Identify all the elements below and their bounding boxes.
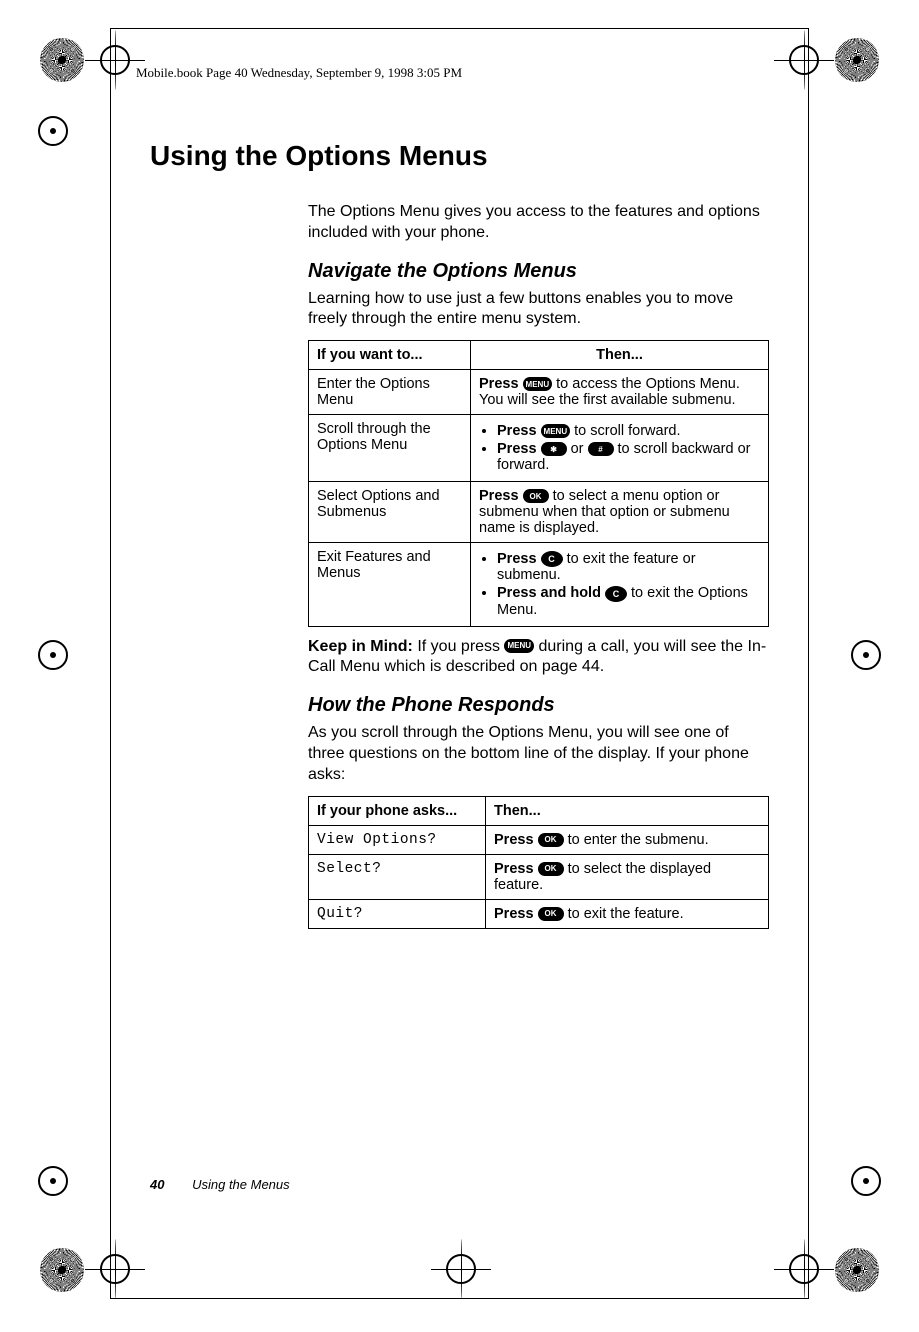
table-header: If you want to...: [309, 341, 471, 370]
table-header: Then...: [471, 341, 769, 370]
table-row: Enter the Options Menu Press MENU to acc…: [309, 370, 769, 415]
crop-line: [110, 28, 111, 1299]
press-label: Press: [494, 861, 538, 877]
cell-text: to enter the submenu.: [564, 832, 709, 848]
table-row: Exit Features and Menus Press C to exit …: [309, 543, 769, 626]
registration-mark-icon: [851, 1166, 881, 1196]
rosette-icon: [40, 1248, 84, 1292]
keep-in-mind: Keep in Mind: If you press MENU during a…: [308, 637, 769, 679]
press-label: Press: [497, 551, 541, 567]
table-cell: Enter the Options Menu: [309, 370, 471, 415]
table-cell: Select Options and Submenus: [309, 482, 471, 543]
table-header: Then...: [486, 796, 769, 825]
menu-key-icon: MENU: [523, 377, 553, 391]
table-cell: Press OK to exit the feature.: [486, 899, 769, 928]
table-row: Quit? Press OK to exit the feature.: [309, 899, 769, 928]
table-cell: Press C to exit the feature or submenu. …: [471, 543, 769, 626]
page-number: 40: [150, 1177, 164, 1192]
registration-mark-icon: [851, 640, 881, 670]
cell-text: to scroll forward.: [570, 423, 680, 439]
press-label: Press: [494, 832, 538, 848]
table-cell: View Options?: [309, 825, 486, 854]
press-label: Press: [479, 376, 523, 392]
table-cell: Quit?: [309, 899, 486, 928]
c-key-icon: C: [605, 586, 627, 602]
ok-key-icon: OK: [523, 489, 549, 503]
section-intro: Learning how to use just a few buttons e…: [308, 289, 769, 331]
crop-line: [110, 28, 809, 29]
running-header: Mobile.book Page 40 Wednesday, September…: [136, 65, 462, 81]
press-label: Press: [497, 441, 541, 457]
table-cell: Press OK to select the displayed feature…: [486, 854, 769, 899]
page-footer: 40 Using the Menus: [150, 1177, 290, 1192]
table-cell: Press OK to select a menu option or subm…: [471, 482, 769, 543]
chapter-title: Using the Options Menus: [150, 140, 769, 172]
registration-mark-icon: [38, 640, 68, 670]
registration-mark-icon: [789, 45, 819, 75]
ok-key-icon: OK: [538, 862, 564, 876]
crop-line: [110, 1298, 809, 1299]
keep-text: If you press: [413, 638, 505, 655]
table-cell: Press MENU to scroll forward. Press ✱ or…: [471, 415, 769, 482]
menu-key-icon: MENU: [504, 639, 534, 653]
keep-label: Keep in Mind:: [308, 638, 413, 655]
section-intro: As you scroll through the Options Menu, …: [308, 723, 769, 785]
ok-key-icon: OK: [538, 907, 564, 921]
intro-paragraph: The Options Menu gives you access to the…: [308, 202, 769, 244]
press-label: Press: [497, 423, 541, 439]
list-item: Press ✱ or # to scroll backward or forwa…: [497, 441, 760, 473]
registration-mark-icon: [100, 1254, 130, 1284]
registration-mark-icon: [446, 1254, 476, 1284]
hash-key-icon: #: [588, 442, 614, 456]
section-heading: How the Phone Responds: [308, 694, 769, 717]
footer-label: Using the Menus: [192, 1177, 290, 1192]
table-row: View Options? Press OK to enter the subm…: [309, 825, 769, 854]
press-label: Press and hold: [497, 585, 605, 601]
star-key-icon: ✱: [541, 442, 567, 456]
responds-table: If your phone asks... Then... View Optio…: [308, 796, 769, 929]
rosette-icon: [835, 38, 879, 82]
table-row: Select Options and Submenus Press OK to …: [309, 482, 769, 543]
list-item: Press and hold C to exit the Options Men…: [497, 585, 760, 617]
section-heading: Navigate the Options Menus: [308, 260, 769, 283]
cell-text: to exit the feature.: [564, 906, 684, 922]
registration-mark-icon: [38, 116, 68, 146]
registration-mark-icon: [789, 1254, 819, 1284]
table-cell: Exit Features and Menus: [309, 543, 471, 626]
page-content: Using the Options Menus The Options Menu…: [150, 140, 769, 939]
list-item: Press C to exit the feature or submenu.: [497, 551, 760, 583]
table-cell: Press MENU to access the Options Menu. Y…: [471, 370, 769, 415]
press-label: Press: [494, 906, 538, 922]
registration-mark-icon: [100, 45, 130, 75]
table-cell: Press OK to enter the submenu.: [486, 825, 769, 854]
press-label: Press: [479, 488, 523, 504]
table-cell: Scroll through the Options Menu: [309, 415, 471, 482]
c-key-icon: C: [541, 551, 563, 567]
rosette-icon: [40, 38, 84, 82]
table-row: Select? Press OK to select the displayed…: [309, 854, 769, 899]
registration-mark-icon: [38, 1166, 68, 1196]
cell-text: or: [567, 441, 588, 457]
table-cell: Select?: [309, 854, 486, 899]
navigate-table: If you want to... Then... Enter the Opti…: [308, 340, 769, 626]
table-row: Scroll through the Options Menu Press ME…: [309, 415, 769, 482]
list-item: Press MENU to scroll forward.: [497, 423, 760, 439]
menu-key-icon: MENU: [541, 424, 571, 438]
ok-key-icon: OK: [538, 833, 564, 847]
table-header: If your phone asks...: [309, 796, 486, 825]
rosette-icon: [835, 1248, 879, 1292]
crop-line: [808, 28, 809, 1299]
